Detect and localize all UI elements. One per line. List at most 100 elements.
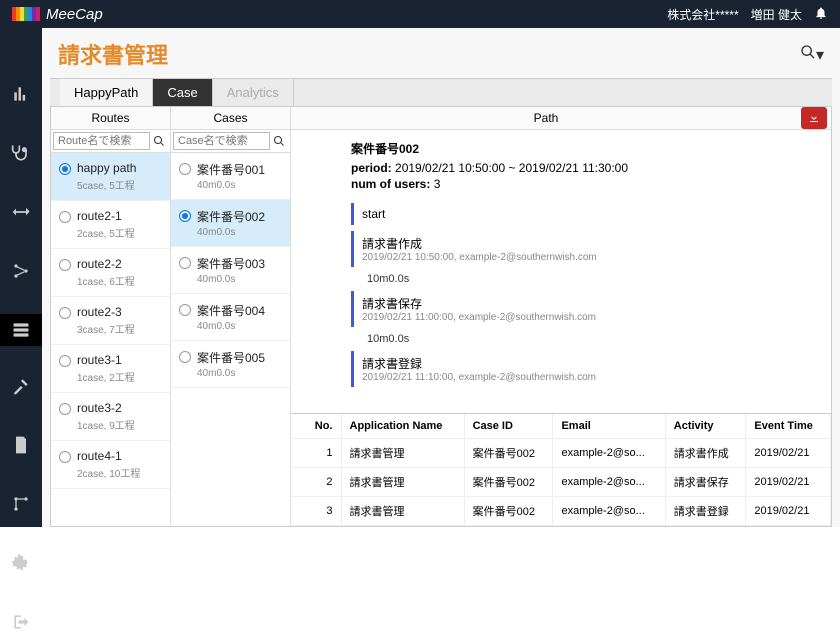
- grid-header[interactable]: Application Name: [341, 414, 464, 439]
- list-item[interactable]: 案件番号00340m0.0s: [171, 247, 290, 294]
- timeline-meta: 2019/02/21 11:10:00, example-2@southernw…: [362, 372, 813, 383]
- timeline-gap: 10m0.0s: [339, 333, 821, 345]
- grid-header[interactable]: Email: [553, 414, 665, 439]
- list-item[interactable]: route3-2 1case, 9工程: [51, 393, 170, 441]
- tabs: HappyPath Case Analytics: [50, 78, 832, 107]
- radio-icon: [179, 304, 191, 316]
- tab-analytics[interactable]: Analytics: [213, 79, 294, 106]
- grid-cell: 請求書保存: [665, 468, 746, 497]
- grid-cell: example-2@so...: [553, 497, 665, 526]
- item-title: 案件番号005: [197, 349, 265, 366]
- logo-stripes: [12, 7, 40, 21]
- list-item[interactable]: route2-21case, 6工程: [51, 249, 170, 297]
- period-label: period:: [351, 161, 392, 175]
- tab-case[interactable]: Case: [153, 79, 212, 106]
- grid-cell: 請求書管理: [341, 468, 464, 497]
- list-item[interactable]: 案件番号00240m0.0s: [171, 200, 290, 247]
- nav-document-icon[interactable]: [5, 429, 37, 464]
- detail-title: 案件番号002: [351, 140, 815, 157]
- timeline-node: 請求書保存2019/02/21 11:00:00, example-2@sout…: [351, 291, 821, 327]
- list-item[interactable]: 案件番号005 40m0.0s: [171, 341, 290, 388]
- radio-icon: [179, 351, 191, 363]
- case-search-input[interactable]: [173, 132, 270, 150]
- nav-flow-icon[interactable]: [5, 255, 37, 290]
- period-value: 2019/02/21 10:50:00 ~ 2019/02/21 11:30:0…: [395, 161, 628, 175]
- user-name[interactable]: 増田 健太: [751, 6, 802, 23]
- grid-header[interactable]: Activity: [665, 414, 746, 439]
- list-item[interactable]: route3-11case, 2工程: [51, 345, 170, 393]
- list-item[interactable]: route2-33case, 7工程: [51, 297, 170, 345]
- radio-icon: [59, 355, 71, 367]
- list-item[interactable]: route4-12case, 10工程: [51, 441, 170, 489]
- topbar: MeeCap 株式会社***** 増田 健太: [0, 0, 840, 28]
- radio-icon: [59, 307, 71, 319]
- item-title: route3-2: [77, 401, 135, 415]
- route-search-button[interactable]: [150, 132, 168, 150]
- timeline-title: start: [362, 207, 813, 221]
- logo-text: MeeCap: [46, 6, 103, 23]
- grid-cell: example-2@so...: [553, 468, 665, 497]
- path-header: Path: [291, 107, 801, 129]
- nav-server-icon[interactable]: [0, 314, 42, 346]
- timeline-title: 請求書登録: [362, 355, 813, 372]
- grid-header[interactable]: No.: [291, 414, 341, 439]
- table-row[interactable]: 2請求書管理案件番号002example-2@so...請求書保存2019/02…: [291, 468, 831, 497]
- routes-header: Routes: [51, 107, 170, 130]
- nav-stethoscope-icon[interactable]: [5, 137, 37, 172]
- cases-header: Cases: [171, 107, 290, 130]
- item-title: happy path: [77, 161, 136, 175]
- item-sub: 40m0.0s: [197, 368, 265, 379]
- radio-icon: [59, 211, 71, 223]
- item-sub: 2case, 5工程: [77, 225, 135, 240]
- grid-cell: 請求書登録: [665, 497, 746, 526]
- timeline-node: 請求書登録2019/02/21 11:10:00, example-2@sout…: [351, 351, 821, 387]
- nav-pickaxe-icon[interactable]: [5, 370, 37, 405]
- item-title: route2-3: [77, 305, 135, 319]
- radio-icon: [59, 163, 71, 175]
- grid-header[interactable]: Case ID: [464, 414, 553, 439]
- search-icon[interactable]: ▾: [800, 44, 824, 65]
- case-search-button[interactable]: [270, 132, 288, 150]
- grid-cell: 1: [291, 439, 341, 468]
- nav-branch-icon[interactable]: [5, 488, 37, 523]
- item-sub: 5case, 5工程: [77, 177, 136, 192]
- list-item[interactable]: 案件番号001 40m0.0s: [171, 153, 290, 200]
- table-row[interactable]: 3請求書管理案件番号002example-2@so...請求書登録2019/02…: [291, 497, 831, 526]
- nav-logout-icon[interactable]: [5, 606, 37, 641]
- grid-cell: 案件番号002: [464, 468, 553, 497]
- grid-cell: 請求書管理: [341, 439, 464, 468]
- nav-hand-icon[interactable]: [5, 196, 37, 231]
- item-sub: 2case, 10工程: [77, 465, 140, 480]
- route-search-input[interactable]: [53, 132, 150, 150]
- item-title: 案件番号004: [197, 302, 265, 319]
- radio-icon: [179, 210, 191, 222]
- list-item[interactable]: route2-12case, 5工程: [51, 201, 170, 249]
- list-item[interactable]: happy path 5case, 5工程: [51, 153, 170, 201]
- nav-gear-icon[interactable]: [5, 547, 37, 582]
- bell-icon[interactable]: [814, 6, 828, 23]
- timeline-node: 請求書作成2019/02/21 10:50:00, example-2@sout…: [351, 231, 821, 267]
- item-title: 案件番号001: [197, 161, 265, 178]
- download-button[interactable]: [801, 107, 827, 129]
- timeline-node: start: [351, 203, 821, 225]
- item-sub: 1case, 9工程: [77, 417, 135, 432]
- item-sub: 40m0.0s: [197, 180, 265, 191]
- timeline-meta: 2019/02/21 10:50:00, example-2@southernw…: [362, 252, 813, 263]
- grid-cell: 2019/02/21: [746, 497, 831, 526]
- tab-happypath[interactable]: HappyPath: [60, 79, 153, 106]
- timeline-title: 請求書保存: [362, 295, 813, 312]
- table-row[interactable]: 1請求書管理案件番号002example-2@so...請求書作成2019/02…: [291, 439, 831, 468]
- radio-icon: [59, 451, 71, 463]
- item-sub: 40m0.0s: [197, 227, 265, 238]
- radio-icon: [179, 163, 191, 175]
- grid-cell: 2: [291, 468, 341, 497]
- grid-cell: 2019/02/21: [746, 468, 831, 497]
- timeline-meta: 2019/02/21 11:00:00, example-2@southernw…: [362, 312, 813, 323]
- nav-chart-icon[interactable]: [5, 78, 37, 113]
- grid-cell: 請求書作成: [665, 439, 746, 468]
- radio-icon: [59, 403, 71, 415]
- list-item[interactable]: 案件番号00440m0.0s: [171, 294, 290, 341]
- page-title: 請求書管理: [58, 38, 168, 70]
- grid-cell: 2019/02/21: [746, 439, 831, 468]
- grid-header[interactable]: Event Time: [746, 414, 831, 439]
